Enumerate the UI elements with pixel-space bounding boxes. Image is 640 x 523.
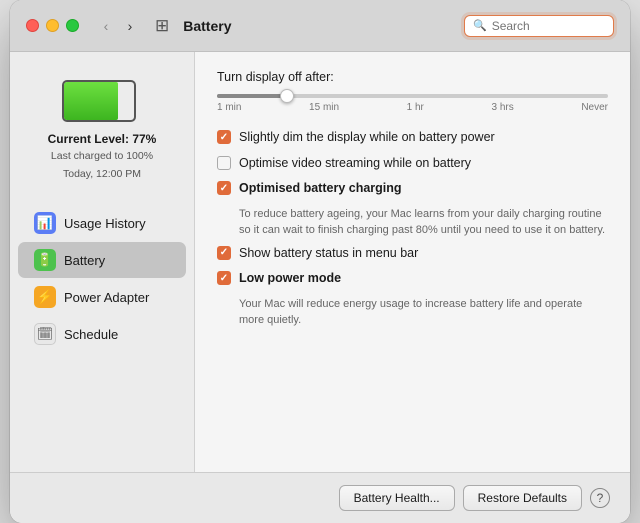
- sidebar-item-usage-history[interactable]: 📊 Usage History: [18, 205, 186, 241]
- option-dim-display: Slightly dim the display while on batter…: [217, 129, 608, 147]
- desc-optimised-charging: To reduce battery ageing, your Mac learn…: [239, 206, 608, 239]
- system-preferences-window: ‹ › ⊞ Battery 🔍 Current Level: 77% Last …: [10, 0, 630, 523]
- power-adapter-icon: ⚡: [34, 286, 56, 308]
- desc-low-power: Your Mac will reduce energy usage to inc…: [239, 296, 608, 329]
- slider-label-4: Never: [581, 102, 608, 113]
- battery-graphic: [62, 80, 142, 122]
- display-sleep-slider[interactable]: 1 min 15 min 1 hr 3 hrs Never: [217, 94, 608, 113]
- battery-health-button[interactable]: Battery Health...: [339, 485, 455, 511]
- search-input[interactable]: [492, 19, 605, 33]
- sidebar: Current Level: 77% Last charged to 100% …: [10, 52, 195, 472]
- content-area: Current Level: 77% Last charged to 100% …: [10, 52, 630, 472]
- sidebar-item-battery[interactable]: 🔋 Battery: [18, 242, 186, 278]
- sidebar-item-power-adapter[interactable]: ⚡ Power Adapter: [18, 279, 186, 315]
- slider-fill: [217, 94, 287, 98]
- slider-thumb: [280, 89, 294, 103]
- checkbox-menu-bar[interactable]: [217, 246, 231, 260]
- window-title: Battery: [183, 18, 231, 34]
- forward-arrow[interactable]: ›: [121, 17, 139, 35]
- back-arrow[interactable]: ‹: [97, 17, 115, 35]
- option-low-power: Low power mode: [217, 270, 608, 288]
- traffic-lights: [26, 19, 79, 32]
- minimize-button[interactable]: [46, 19, 59, 32]
- search-icon: 🔍: [473, 19, 487, 32]
- bottom-bar: Battery Health... Restore Defaults ?: [10, 472, 630, 523]
- nav-arrows: ‹ ›: [97, 17, 139, 35]
- sidebar-label-schedule: Schedule: [64, 327, 118, 342]
- battery-charged: Last charged to 100%: [51, 149, 153, 164]
- titlebar: ‹ › ⊞ Battery 🔍: [10, 0, 630, 52]
- usage-history-icon: 📊: [34, 212, 56, 234]
- help-button[interactable]: ?: [590, 488, 610, 508]
- battery-time: Today, 12:00 PM: [63, 167, 141, 182]
- slider-label-2: 1 hr: [407, 102, 424, 113]
- option-optimised-charging: Optimised battery charging: [217, 180, 608, 198]
- main-panel: Turn display off after: 1 min 15 min 1 h…: [195, 52, 630, 472]
- sidebar-label-battery: Battery: [64, 253, 105, 268]
- schedule-icon: 🗓: [34, 323, 56, 345]
- battery-status: Current Level: 77% Last charged to 100% …: [10, 68, 194, 201]
- option-menu-bar: Show battery status in menu bar: [217, 245, 608, 263]
- battery-icon-sidebar: 🔋: [34, 249, 56, 271]
- label-video-streaming: Optimise video streaming while on batter…: [239, 155, 471, 173]
- battery-level: Current Level: 77%: [48, 132, 157, 146]
- grid-icon[interactable]: ⊞: [155, 16, 169, 36]
- slider-label-1: 15 min: [309, 102, 339, 113]
- maximize-button[interactable]: [66, 19, 79, 32]
- checkbox-dim-display[interactable]: [217, 130, 231, 144]
- battery-fill: [64, 82, 118, 120]
- slider-label-0: 1 min: [217, 102, 241, 113]
- display-off-label: Turn display off after:: [217, 70, 608, 84]
- slider-labels: 1 min 15 min 1 hr 3 hrs Never: [217, 102, 608, 113]
- search-box[interactable]: 🔍: [464, 15, 614, 37]
- label-dim-display: Slightly dim the display while on batter…: [239, 129, 495, 147]
- label-low-power: Low power mode: [239, 270, 341, 288]
- checkbox-optimised-charging[interactable]: [217, 181, 231, 195]
- checkbox-low-power[interactable]: [217, 271, 231, 285]
- checkbox-video-streaming[interactable]: [217, 156, 231, 170]
- sidebar-nav: 📊 Usage History 🔋 Battery ⚡ Power Adapte…: [10, 205, 194, 352]
- sidebar-label-power: Power Adapter: [64, 290, 149, 305]
- label-optimised-charging: Optimised battery charging: [239, 180, 402, 198]
- option-video-streaming: Optimise video streaming while on batter…: [217, 155, 608, 173]
- close-button[interactable]: [26, 19, 39, 32]
- sidebar-label-usage: Usage History: [64, 216, 146, 231]
- label-menu-bar: Show battery status in menu bar: [239, 245, 418, 263]
- restore-defaults-button[interactable]: Restore Defaults: [463, 485, 582, 511]
- slider-label-3: 3 hrs: [491, 102, 513, 113]
- slider-track: [217, 94, 608, 98]
- sidebar-item-schedule[interactable]: 🗓 Schedule: [18, 316, 186, 352]
